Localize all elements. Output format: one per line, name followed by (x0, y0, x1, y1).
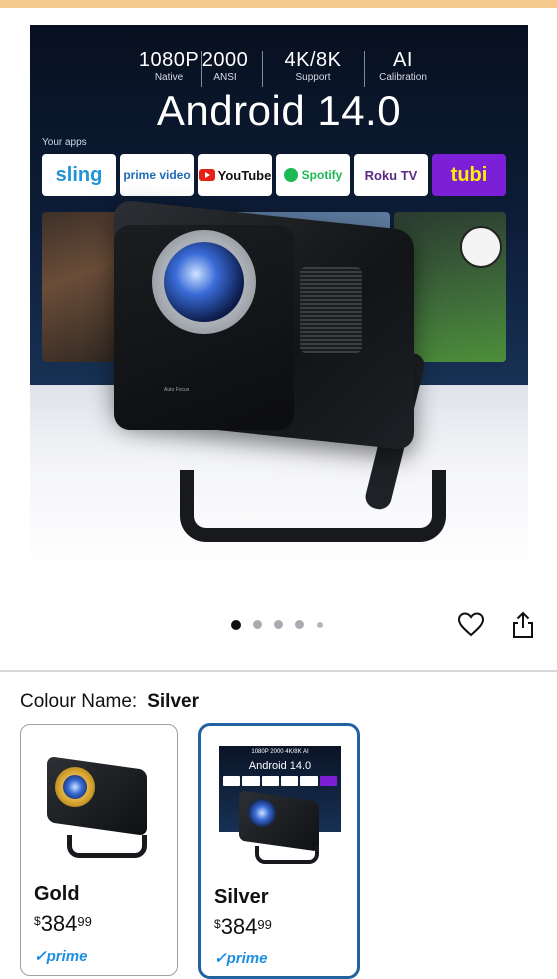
carousel-dot[interactable] (274, 620, 283, 629)
app-label: Spotify (301, 168, 343, 182)
carousel-dot[interactable] (295, 620, 304, 629)
app-label: sling (55, 163, 103, 186)
stat-sub: Support (295, 72, 331, 83)
price-cents: 99 (257, 917, 272, 932)
colour-swatch-gold[interactable]: Gold $38499 ✓prime (20, 724, 178, 976)
thumb-app-row (223, 776, 337, 786)
app-tile-sling: sling (42, 154, 116, 196)
share-icon[interactable] (511, 611, 535, 639)
stat-ai: AI Calibration (358, 49, 448, 85)
stat-divider (262, 51, 263, 87)
top-bar (0, 0, 557, 8)
youtube-icon (198, 169, 215, 181)
swatch-thumbnail (43, 755, 153, 859)
price-cents: 99 (77, 914, 92, 929)
swatch-thumbnail: 1080P 2000 4K/8K AI Android 14.0 (219, 746, 341, 866)
stat-support: 4K/8K Support (268, 49, 358, 85)
stat-value: 4K/8K (284, 49, 342, 71)
soccer-ball-icon (460, 226, 502, 268)
stat-value: AI (393, 49, 413, 71)
hero-title: Android 14.0 (156, 87, 402, 134)
spotify-icon (283, 168, 298, 182)
carousel-dot-active[interactable] (231, 620, 241, 630)
app-label: Roku TV (364, 167, 418, 183)
projector-stand (255, 846, 319, 864)
app-tile-youtube: YouTube (198, 154, 272, 196)
thumb-title: Android 14.0 (248, 760, 312, 772)
prime-label: prime (46, 948, 88, 965)
app-label: prime video (123, 168, 191, 182)
projector-lens (164, 242, 244, 322)
colour-label: Colour Name: (20, 691, 138, 712)
stat-sub: ANSI (213, 72, 237, 83)
price-whole: 384 (40, 911, 78, 936)
thumb-stats: 1080P 2000 4K/8K AI (251, 749, 309, 755)
swatch-price: $38499 (34, 911, 92, 937)
prime-label: prime (226, 950, 268, 967)
product-main-image[interactable]: 1080P Native 2000 ANSI 4K/8K Support AI … (30, 25, 528, 570)
stat-sub: Calibration (379, 72, 427, 83)
projector-stand (67, 835, 147, 858)
prime-badge: ✓prime (34, 948, 88, 965)
app-tile-tubi: tubi (432, 154, 506, 196)
colour-swatch-silver[interactable]: 1080P 2000 4K/8K AI Android 14.0 Silver … (198, 723, 360, 979)
price-whole: 384 (220, 914, 258, 939)
projector-stand-base (180, 470, 446, 542)
stat-brightness: 2000 ANSI (180, 49, 270, 85)
your-apps-label: Your apps (42, 137, 87, 148)
prime-badge: ✓prime (214, 950, 268, 967)
swatch-price: $38499 (214, 914, 272, 940)
app-tile-spotify: Spotify (276, 154, 350, 196)
price-currency: $ (34, 914, 41, 928)
colour-selected-value: Silver (147, 691, 199, 712)
projector-grille (300, 267, 362, 353)
price-currency: $ (214, 917, 221, 931)
swatch-name: Silver (214, 886, 269, 908)
carousel-dot[interactable] (253, 620, 262, 629)
app-tile-roku-tv: Roku TV (354, 154, 428, 196)
app-label: YouTube (217, 167, 272, 183)
autofocus-label: Auto Focus (164, 387, 190, 393)
swatch-name: Gold (34, 883, 80, 905)
projector-lens (248, 799, 276, 827)
projector-lens (63, 775, 87, 799)
app-tile-prime-video: prime video (120, 154, 194, 196)
stat-value: 2000 (201, 49, 249, 71)
app-label: tubi (450, 163, 488, 186)
carousel-dot[interactable] (317, 622, 323, 628)
heart-icon[interactable] (458, 612, 484, 638)
colour-name-row: Colour Name: Silver (20, 691, 199, 713)
section-divider (0, 670, 557, 672)
